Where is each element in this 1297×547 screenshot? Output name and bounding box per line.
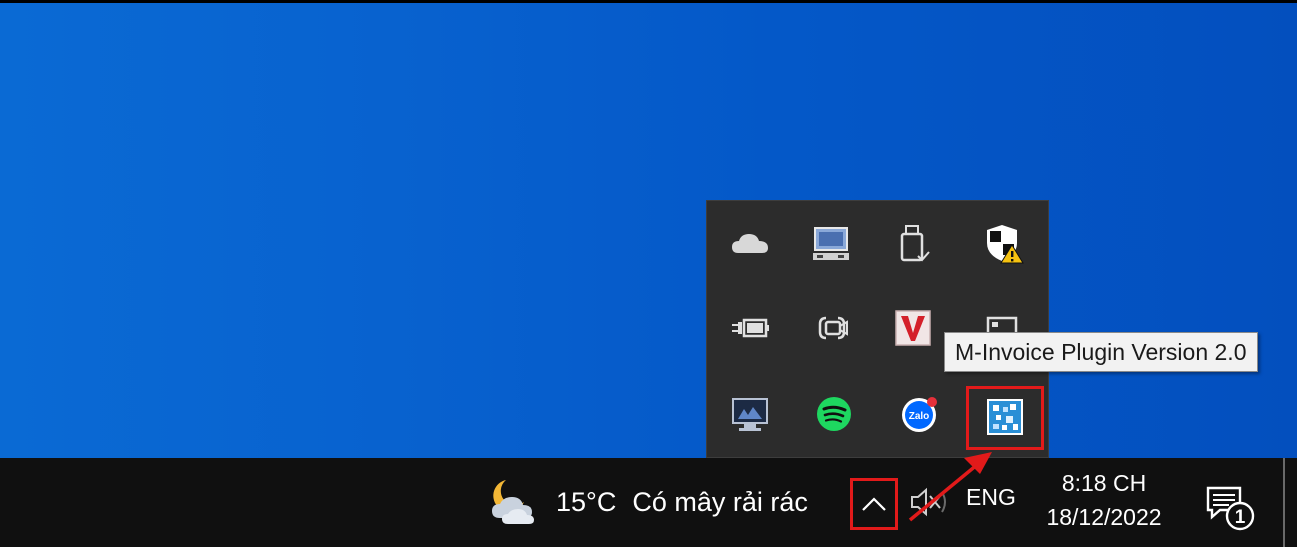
v-antivirus-icon[interactable] bbox=[890, 305, 936, 351]
camera-icon[interactable] bbox=[811, 305, 857, 351]
action-center-button[interactable]: 1 bbox=[1204, 482, 1256, 534]
show-desktop-divider[interactable] bbox=[1283, 458, 1285, 547]
onedrive-cloud-icon[interactable] bbox=[727, 221, 773, 267]
weather-widget[interactable]: 15°C Có mây rải rác bbox=[486, 474, 808, 530]
clock-time: 8:18 CH bbox=[1061, 470, 1147, 496]
battery-power-icon[interactable] bbox=[727, 305, 773, 351]
weather-temperature: 15°C bbox=[556, 486, 617, 517]
desktop-background[interactable] bbox=[0, 0, 1297, 458]
screen: Zalo M-Invoice Plugin Version 2.0 15°C C… bbox=[0, 0, 1297, 547]
partly-cloudy-night-icon bbox=[492, 480, 534, 524]
taskbar: 15°C Có mây rải rác ENG 8:18 CH 18/12/20… bbox=[0, 458, 1297, 547]
show-hidden-icons-button[interactable] bbox=[850, 478, 898, 530]
clock-date: 18/12/2022 bbox=[1046, 504, 1162, 530]
chevron-up-icon bbox=[862, 497, 886, 511]
spotify-icon[interactable] bbox=[811, 391, 857, 437]
zalo-icon[interactable]: Zalo bbox=[897, 391, 943, 437]
action-center-icon: 1 bbox=[1206, 486, 1255, 531]
windows-security-warning-icon[interactable] bbox=[981, 221, 1027, 267]
usb-safely-remove-icon[interactable] bbox=[890, 221, 936, 267]
notification-count-badge: 1 bbox=[1235, 507, 1246, 528]
zalo-icon-label: Zalo bbox=[909, 411, 930, 422]
red-annotation-arrow bbox=[908, 452, 992, 522]
display-monitor-icon[interactable] bbox=[727, 391, 773, 437]
clock-button[interactable]: 8:18 CH 18/12/2022 bbox=[1036, 466, 1172, 534]
weather-condition: Có mây rải rác bbox=[632, 486, 808, 517]
m-invoice-tooltip: M-Invoice Plugin Version 2.0 bbox=[944, 332, 1258, 372]
network-monitor-icon[interactable] bbox=[808, 221, 854, 267]
